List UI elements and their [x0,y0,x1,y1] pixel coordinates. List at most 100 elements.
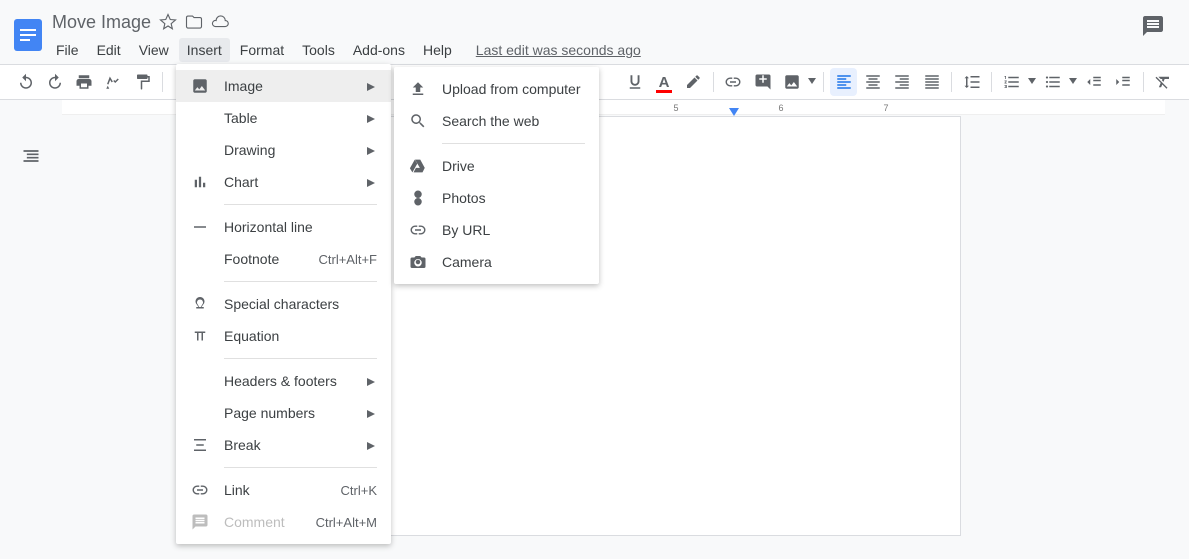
insert-item-link[interactable]: Link Ctrl+K [176,474,391,506]
insert-item-chart[interactable]: Chart [176,166,391,198]
image-dropdown-icon[interactable] [808,78,818,86]
menu-add-ons[interactable]: Add-ons [345,38,413,62]
star-icon[interactable] [159,13,177,31]
image-item-photos[interactable]: Photos [394,182,599,214]
clear-formatting-button[interactable] [1150,68,1177,96]
photos-icon [408,189,428,207]
insert-item-horizontal-line[interactable]: Horizontal line [176,211,391,243]
insert-item-special-characters[interactable]: Special characters [176,288,391,320]
menu-item-label: Comment [224,514,302,530]
menu-item-label: Link [224,482,327,498]
hr-icon [190,218,210,236]
ruler-tick: 7 [884,103,889,113]
menu-item-label: Search the web [442,113,585,129]
numbered-list-dropdown-icon[interactable] [1028,78,1038,86]
menu-view[interactable]: View [131,38,177,62]
move-folder-icon[interactable] [185,13,203,31]
open-comments-button[interactable] [1141,14,1165,41]
insert-image-button[interactable] [778,68,805,96]
cloud-status-icon[interactable] [211,13,229,31]
insert-item-break[interactable]: Break [176,429,391,461]
submenu-arrow-icon [367,437,377,453]
insert-item-drawing[interactable]: Drawing [176,134,391,166]
menu-item-label: Chart [224,174,353,190]
omega-icon [190,295,210,313]
insert-item-page-numbers[interactable]: Page numbers [176,397,391,429]
menu-help[interactable]: Help [415,38,460,62]
document-page[interactable] [291,116,961,536]
shortcut-hint: Ctrl+Alt+F [318,252,377,267]
insert-item-footnote[interactable]: Footnote Ctrl+Alt+F [176,243,391,275]
image-item-camera[interactable]: Camera [394,246,599,278]
insert-link-button[interactable] [720,68,747,96]
menu-item-label: Drive [442,158,585,174]
submenu-arrow-icon [367,373,377,389]
docs-logo[interactable] [8,8,48,62]
menu-edit[interactable]: Edit [89,38,129,62]
align-center-button[interactable] [859,68,886,96]
show-outline-button[interactable] [0,100,62,536]
menu-item-label: Upload from computer [442,81,585,97]
menu-format[interactable]: Format [232,38,292,62]
ruler-tick: 5 [674,103,679,113]
spellcheck-button[interactable] [100,68,127,96]
image-item-upload-from-computer[interactable]: Upload from computer [394,73,599,105]
linkh-icon [408,221,428,239]
image-item-search-the-web[interactable]: Search the web [394,105,599,137]
insert-item-headers-footers[interactable]: Headers & footers [176,365,391,397]
shortcut-hint: Ctrl+K [341,483,377,498]
underline-button[interactable] [621,68,648,96]
text-color-button[interactable]: A [650,68,677,96]
submenu-arrow-icon [367,78,377,94]
menu-tools[interactable]: Tools [294,38,343,62]
ruler-tick: 6 [779,103,784,113]
add-comment-button[interactable] [749,68,776,96]
redo-button[interactable] [41,68,68,96]
image-icon [190,77,210,95]
bulleted-list-dropdown-icon[interactable] [1069,78,1079,86]
comment-icon [190,513,210,531]
print-button[interactable] [70,68,97,96]
menu-item-label: Footnote [224,251,304,267]
right-indent-marker[interactable] [729,108,739,118]
submenu-arrow-icon [367,174,377,190]
decrease-indent-button[interactable] [1080,68,1107,96]
image-item-by-url[interactable]: By URL [394,214,599,246]
submenu-arrow-icon [367,142,377,158]
menu-item-label: Equation [224,328,377,344]
highlight-button[interactable] [680,68,707,96]
camera-icon [408,253,428,271]
insert-item-equation[interactable]: Equation [176,320,391,352]
upload-icon [408,80,428,98]
menu-item-label: Page numbers [224,405,353,421]
align-right-button[interactable] [889,68,916,96]
increase-indent-button[interactable] [1110,68,1137,96]
doc-title[interactable]: Move Image [52,12,151,33]
menubar: FileEditViewInsertFormatToolsAdd-onsHelp… [48,36,641,64]
submenu-arrow-icon [367,110,377,126]
align-justify-button[interactable] [918,68,945,96]
menu-item-label: Headers & footers [224,373,353,389]
menu-item-label: Image [224,78,353,94]
submenu-arrow-icon [367,405,377,421]
align-left-button[interactable] [830,68,857,96]
last-edit-link[interactable]: Last edit was seconds ago [476,42,641,58]
menu-item-label: Drawing [224,142,353,158]
menu-item-label: Horizontal line [224,219,377,235]
menu-item-label: By URL [442,222,585,238]
image-item-drive[interactable]: Drive [394,150,599,182]
pi-icon [190,327,210,345]
menu-insert[interactable]: Insert [179,38,230,62]
insert-item-image[interactable]: Image [176,70,391,102]
insert-item-table[interactable]: Table [176,102,391,134]
bulleted-list-button[interactable] [1039,68,1066,96]
menu-file[interactable]: File [48,38,87,62]
link-icon [190,481,210,499]
undo-button[interactable] [12,68,39,96]
line-spacing-button[interactable] [958,68,985,96]
numbered-list-button[interactable] [998,68,1025,96]
paint-format-button[interactable] [129,68,156,96]
menu-item-label: Break [224,437,353,453]
image-submenu: Upload from computer Search the web Drive P… [394,67,599,284]
insert-menu: Image Table Drawing Chart Horizontal line Foo… [176,64,391,544]
